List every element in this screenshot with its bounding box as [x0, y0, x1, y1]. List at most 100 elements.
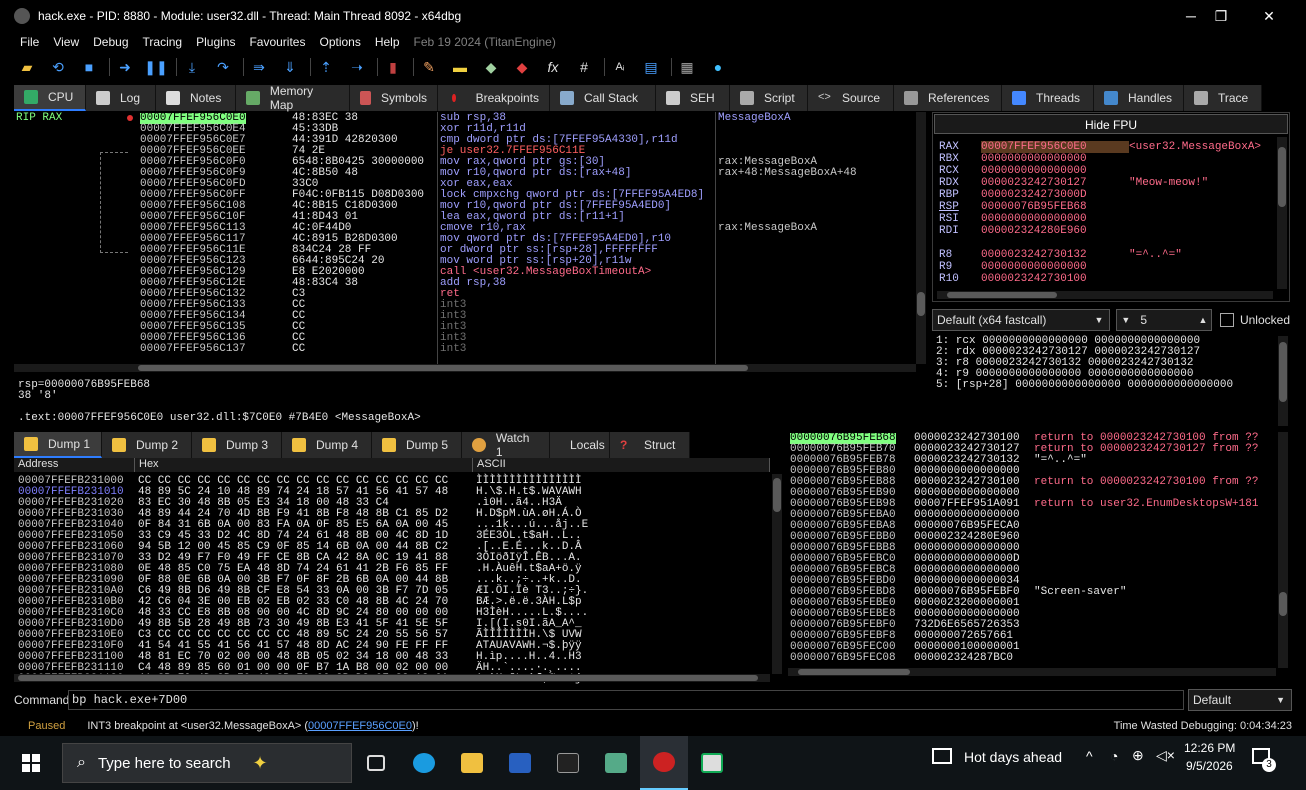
column-address[interactable]: Address [14, 458, 135, 472]
register-value[interactable]: 0000023242730132 [981, 249, 1129, 261]
tab-symbols[interactable]: Symbols [350, 85, 438, 111]
patch-icon[interactable]: ▮ [382, 57, 404, 77]
tab-dump-2[interactable]: Dump 2 [102, 432, 192, 458]
tab-threads[interactable]: Threads [1002, 85, 1094, 111]
menu-view[interactable]: View [53, 35, 79, 49]
disasm-instruction[interactable]: int3 [440, 344, 466, 355]
tab-log[interactable]: Log [86, 85, 156, 111]
stack-comment[interactable]: "=^..^=" [1034, 455, 1087, 466]
register-value[interactable]: 00000076B95FEB68 [981, 201, 1129, 213]
command-input[interactable]: bp hack.exe+7D00 [68, 690, 1184, 710]
taskbar-search-box[interactable]: ⌕ Type here to search ✦ [62, 743, 352, 783]
disasm-comment[interactable]: MessageBoxA [718, 113, 791, 124]
maximize-button[interactable]: ❐ [1198, 0, 1244, 32]
open-icon[interactable]: ▰ [16, 57, 38, 77]
register-row[interactable]: RBX 0000000000000000 [939, 153, 1129, 165]
register-row[interactable]: RSI 0000000000000000 [939, 213, 1129, 225]
menu-debug[interactable]: Debug [93, 35, 128, 49]
windows-start-icon[interactable] [0, 736, 62, 790]
regs-hscroll[interactable] [937, 291, 1273, 299]
register-row[interactable]: RSP 00000076B95FEB68 [939, 201, 1129, 213]
args-vscroll[interactable] [1278, 336, 1288, 426]
stack-value[interactable]: 000002324287BC0 [914, 653, 1013, 664]
step-into-icon[interactable]: ⤓ [181, 57, 203, 77]
menu-help[interactable]: Help [375, 35, 400, 49]
tab-source[interactable]: <> Source [808, 85, 894, 111]
tab-struct[interactable]: ? Struct [610, 432, 690, 458]
globe-icon[interactable]: ● [707, 57, 729, 77]
menu-tracing[interactable]: Tracing [143, 35, 183, 49]
close-button[interactable]: ✕ [1246, 0, 1292, 32]
tab-notes[interactable]: Notes [156, 85, 236, 111]
stack-comment[interactable]: return to user32.EnumDesktopsW+181 [1034, 499, 1258, 510]
app-window-icon[interactable] [688, 736, 736, 790]
tab-script[interactable]: Script [730, 85, 808, 111]
register-row[interactable]: R10 0000023242730100 [939, 273, 1129, 285]
tab-cpu[interactable]: CPU [14, 85, 86, 111]
dump-view[interactable]: Address Hex ASCII 00007FFEFB231000 CC CC … [14, 458, 784, 684]
trace-over-icon[interactable]: ⇓ [279, 57, 301, 77]
menu-file[interactable]: File [20, 35, 39, 49]
dump-vscroll[interactable] [772, 474, 782, 674]
register-row[interactable]: RBP 000002324273000D [939, 189, 1129, 201]
register-row[interactable]: RCX 0000000000000000 [939, 165, 1129, 177]
registers-panel[interactable]: Hide FPU RAX 00007FFEF956C0E0 <user32.Mess… [932, 112, 1290, 302]
menu-favourites[interactable]: Favourites [249, 35, 305, 49]
status-address-link[interactable]: 00007FFEF956C0E0 [308, 720, 412, 732]
regs-vscroll[interactable] [1277, 137, 1287, 289]
column-hex[interactable]: Hex [135, 458, 473, 472]
settings-icon[interactable]: ▤ [640, 57, 662, 77]
run-icon[interactable]: ➜ [114, 57, 136, 77]
disasm-hscroll[interactable] [14, 364, 916, 372]
register-value[interactable]: 0000000000000000 [981, 261, 1129, 273]
x64dbg-taskbar-icon[interactable] [640, 736, 688, 790]
weather-text[interactable]: Hot days ahead [964, 749, 1062, 765]
stack-comment[interactable]: return to 0000023242730100 from ?? [1034, 477, 1258, 488]
tab-dump-3[interactable]: Dump 3 [192, 432, 282, 458]
stack-vscroll[interactable] [1278, 432, 1288, 668]
execute-till-return-icon[interactable]: ⇡ [315, 57, 337, 77]
stack-address[interactable]: 00000076B95FEC08 [790, 653, 896, 664]
tab-dump-4[interactable]: Dump 4 [282, 432, 372, 458]
weather-news-icon[interactable] [932, 748, 952, 764]
clock-time[interactable]: 12:26 PM [1184, 741, 1235, 755]
stop-icon[interactable]: ■ [78, 57, 100, 77]
tab-dump-1[interactable]: Dump 1 [14, 432, 102, 458]
clock-date[interactable]: 9/5/2026 [1186, 759, 1233, 773]
tab-trace[interactable]: Trace [1184, 85, 1262, 111]
dump-hscroll[interactable] [14, 674, 770, 682]
disassembly-view[interactable]: RIP RAX 00007FFEF956C0E0 48:83EC 38 sub rs… [14, 112, 928, 374]
register-row[interactable]: RDX 0000023242730127 "Meow-meow!" [939, 177, 1208, 189]
register-value[interactable]: 0000023242730127 [981, 177, 1129, 189]
volume-icon[interactable]: ◁× [1156, 747, 1175, 764]
register-row[interactable]: R8 0000023242730132 "=^..^=" [939, 249, 1182, 261]
hash-icon[interactable]: # [573, 57, 595, 77]
stack-comment[interactable]: "Screen-saver" [1034, 587, 1126, 598]
globe-network-icon[interactable]: ⊕ [1132, 747, 1144, 764]
stack-view[interactable]: 00000076B95FEB68 0000023242730100 return t… [788, 432, 1290, 684]
step-over-icon[interactable]: ↷ [212, 57, 234, 77]
network-app-icon[interactable] [592, 736, 640, 790]
menu-plugins[interactable]: Plugins [196, 35, 235, 49]
powershell-icon[interactable] [496, 736, 544, 790]
register-value[interactable]: 000002324280E960 [981, 225, 1129, 237]
disasm-vscroll[interactable] [916, 112, 926, 364]
column-ascii[interactable]: ASCII [473, 458, 770, 472]
bookmark-icon[interactable]: ◆ [480, 57, 502, 77]
menu-options[interactable]: Options [319, 35, 360, 49]
breakpoint-tag-icon[interactable]: ◆ [511, 57, 533, 77]
file-explorer-icon[interactable] [448, 736, 496, 790]
disasm-bytes[interactable]: CC [292, 344, 305, 355]
run-to-user-code-icon[interactable]: ➝ [346, 57, 368, 77]
tab-call-stack[interactable]: Call Stack [550, 85, 656, 111]
function-icon[interactable]: fx [542, 57, 564, 77]
comment-icon[interactable]: ✎ [418, 57, 440, 77]
disasm-comment[interactable]: rax:MessageBoxA [718, 223, 817, 234]
register-value[interactable]: 0000023242730100 [981, 273, 1129, 285]
calling-convention-select[interactable]: Default (x64 fastcall) ▼ [932, 309, 1111, 331]
unlocked-checkbox[interactable] [1220, 313, 1234, 327]
stack-arg-row[interactable]: 5: [rsp+28] 0000000000000000 00000000000… [936, 380, 1286, 391]
font-icon[interactable]: Aᵢ [609, 57, 631, 77]
wifi-icon[interactable]: ◔ [1110, 748, 1118, 764]
trace-into-icon[interactable]: ⇛ [248, 57, 270, 77]
